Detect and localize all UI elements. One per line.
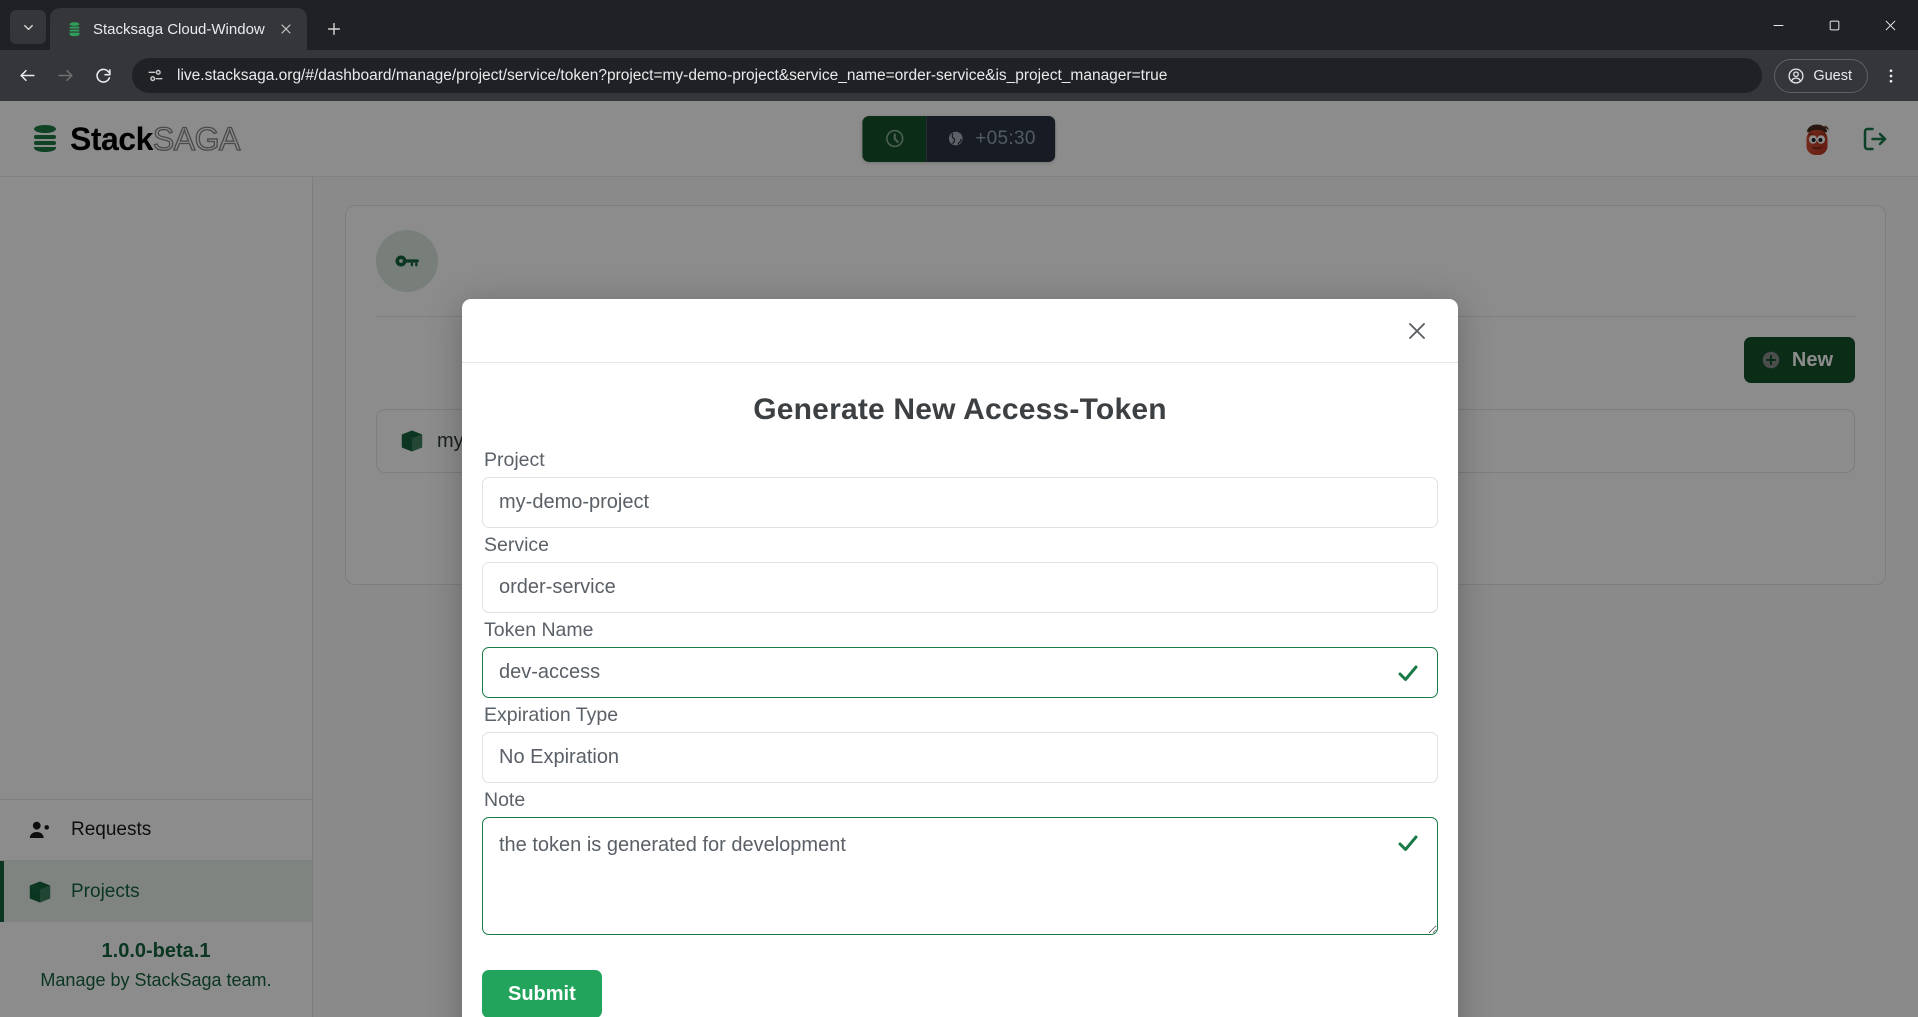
minimize-icon	[1772, 19, 1785, 32]
project-input[interactable]	[482, 477, 1438, 528]
back-button[interactable]	[10, 59, 44, 93]
window-maximize-button[interactable]	[1806, 0, 1862, 50]
generate-token-modal: Generate New Access-Token Project Servic…	[462, 299, 1458, 1017]
field-service: Service	[482, 534, 1438, 613]
input-wrapper	[482, 562, 1438, 613]
close-icon	[1884, 19, 1897, 32]
profile-label: Guest	[1813, 68, 1852, 84]
address-bar-url: live.stacksaga.org/#/dashboard/manage/pr…	[177, 67, 1167, 85]
close-tab-icon[interactable]	[275, 18, 297, 40]
modal-header	[462, 299, 1458, 363]
tab-strip: Stacksaga Cloud-Window	[0, 0, 1918, 50]
site-settings-icon[interactable]	[146, 66, 165, 85]
stacksaga-layers-icon	[66, 21, 83, 38]
close-icon	[1405, 319, 1429, 343]
maximize-icon	[1828, 19, 1841, 32]
reload-button[interactable]	[86, 59, 120, 93]
service-input[interactable]	[482, 562, 1438, 613]
modal-title: Generate New Access-Token	[482, 393, 1438, 427]
browser-chrome: Stacksaga Cloud-Window	[0, 0, 1918, 101]
input-wrapper	[482, 732, 1438, 783]
tab-title: Stacksaga Cloud-Window	[93, 21, 265, 38]
input-wrapper	[482, 817, 1438, 940]
field-label: Note	[482, 789, 1438, 812]
field-note: Note	[482, 789, 1438, 940]
reload-icon	[94, 66, 113, 85]
chevron-down-icon	[21, 20, 36, 35]
window-minimize-button[interactable]	[1750, 0, 1806, 50]
page-viewport: StackSAGA +05:30	[0, 101, 1918, 1017]
window-close-button[interactable]	[1862, 0, 1918, 50]
field-token-name: Token Name	[482, 619, 1438, 698]
field-label: Project	[482, 449, 1438, 472]
browser-tab[interactable]: Stacksaga Cloud-Window	[50, 8, 307, 50]
tab-search-button[interactable]	[10, 10, 46, 44]
close-modal-button[interactable]	[1400, 314, 1434, 348]
expiration-type-input[interactable]	[482, 732, 1438, 783]
forward-button[interactable]	[48, 59, 82, 93]
field-label: Token Name	[482, 619, 1438, 642]
plus-icon	[326, 21, 342, 37]
arrow-left-icon	[18, 66, 37, 85]
browser-menu-button[interactable]	[1874, 59, 1908, 93]
field-expiration-type: Expiration Type	[482, 704, 1438, 783]
modal-body: Generate New Access-Token Project Servic…	[462, 363, 1458, 946]
input-wrapper	[482, 477, 1438, 528]
browser-toolbar: live.stacksaga.org/#/dashboard/manage/pr…	[0, 50, 1918, 101]
address-bar[interactable]: live.stacksaga.org/#/dashboard/manage/pr…	[132, 58, 1762, 93]
profile-button[interactable]: Guest	[1774, 59, 1868, 93]
field-label: Expiration Type	[482, 704, 1438, 727]
modal-actions: Submit	[462, 946, 1458, 1017]
kebab-menu-icon	[1882, 67, 1900, 85]
token-name-input[interactable]	[482, 647, 1438, 698]
field-project: Project	[482, 449, 1438, 528]
account-circle-icon	[1787, 67, 1805, 85]
arrow-right-icon	[56, 66, 75, 85]
field-label: Service	[482, 534, 1438, 557]
window-controls	[1750, 0, 1918, 50]
submit-button[interactable]: Submit	[482, 970, 602, 1017]
note-textarea[interactable]	[482, 817, 1438, 935]
new-tab-button[interactable]	[317, 12, 351, 46]
input-wrapper	[482, 647, 1438, 698]
